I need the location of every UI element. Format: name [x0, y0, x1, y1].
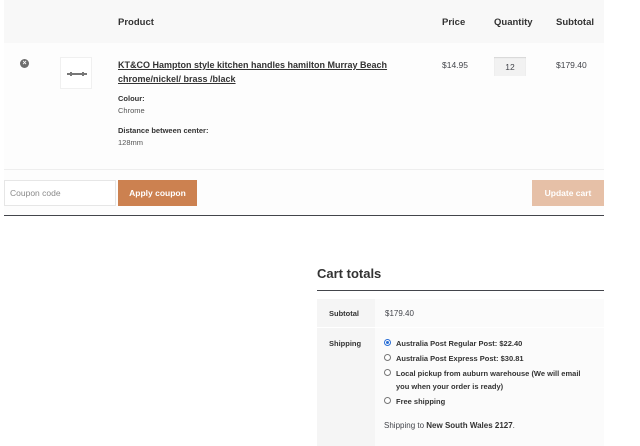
shipping-to-suffix: .: [512, 421, 515, 430]
product-name-link[interactable]: KT&CO Hampton style kitchen handles hami…: [118, 58, 388, 86]
shipping-label-cell: Shipping: [317, 328, 375, 446]
apply-coupon-button[interactable]: Apply coupon: [118, 180, 197, 206]
subtotal-label-cell: Subtotal: [317, 299, 375, 327]
item-price: $14.95: [442, 60, 468, 70]
header-price: Price: [442, 17, 466, 28]
radio-selected-icon[interactable]: [384, 339, 391, 346]
shipping-to-location: New South Wales 2127: [426, 421, 513, 430]
remove-item-icon[interactable]: ×: [20, 59, 29, 68]
radio-icon[interactable]: [384, 397, 391, 404]
shipping-option-label: Australia Post Express Post: $30.81: [396, 354, 524, 363]
product-thumbnail[interactable]: [60, 57, 92, 89]
subtotal-value: $179.40: [385, 309, 414, 318]
shipping-to-prefix: Shipping to: [384, 421, 427, 430]
shipping-option-regular[interactable]: Australia Post Regular Post: $22.40: [384, 337, 589, 350]
shipping-option-express[interactable]: Australia Post Express Post: $30.81: [384, 352, 589, 365]
shipping-options-cell: Australia Post Regular Post: $22.40 Aust…: [375, 328, 604, 446]
cart-actions: Apply coupon Update cart: [4, 170, 604, 216]
meta-distance-label: Distance between center:: [118, 126, 209, 135]
shipping-option-label: Local pickup from auburn warehouse (We w…: [396, 369, 581, 391]
shipping-option-label: Free shipping: [396, 397, 446, 406]
coupon-code-input[interactable]: [4, 180, 116, 206]
cart-item-row: × KT&CO Hampton style kitchen handles ha…: [4, 43, 604, 170]
cart-table-header: Product Price Quantity Subtotal: [4, 0, 604, 43]
radio-icon[interactable]: [384, 369, 391, 376]
shipping-option-label: Australia Post Regular Post: $22.40: [396, 339, 523, 348]
header-product: Product: [118, 17, 154, 28]
meta-colour-value: Chrome: [118, 106, 145, 115]
totals-divider: [317, 290, 604, 291]
shipping-destination: Shipping to New South Wales 2127.: [384, 421, 515, 430]
shipping-option-free[interactable]: Free shipping: [384, 395, 589, 408]
shipping-label: Shipping: [329, 339, 362, 348]
meta-distance-value: 128mm: [118, 138, 144, 147]
subtotal-value-cell: $179.40: [375, 299, 604, 327]
item-subtotal: $179.40: [556, 60, 587, 70]
header-subtotal: Subtotal: [556, 17, 594, 28]
shipping-option-local-pickup[interactable]: Local pickup from auburn warehouse (We w…: [384, 367, 589, 393]
meta-colour-label: Colour:: [118, 94, 145, 103]
header-quantity: Quantity: [494, 17, 533, 28]
cart-totals-title: Cart totals: [317, 266, 382, 281]
quantity-input[interactable]: [494, 57, 526, 76]
update-cart-button[interactable]: Update cart: [532, 180, 604, 206]
radio-icon[interactable]: [384, 354, 391, 361]
subtotal-label: Subtotal: [329, 309, 359, 318]
